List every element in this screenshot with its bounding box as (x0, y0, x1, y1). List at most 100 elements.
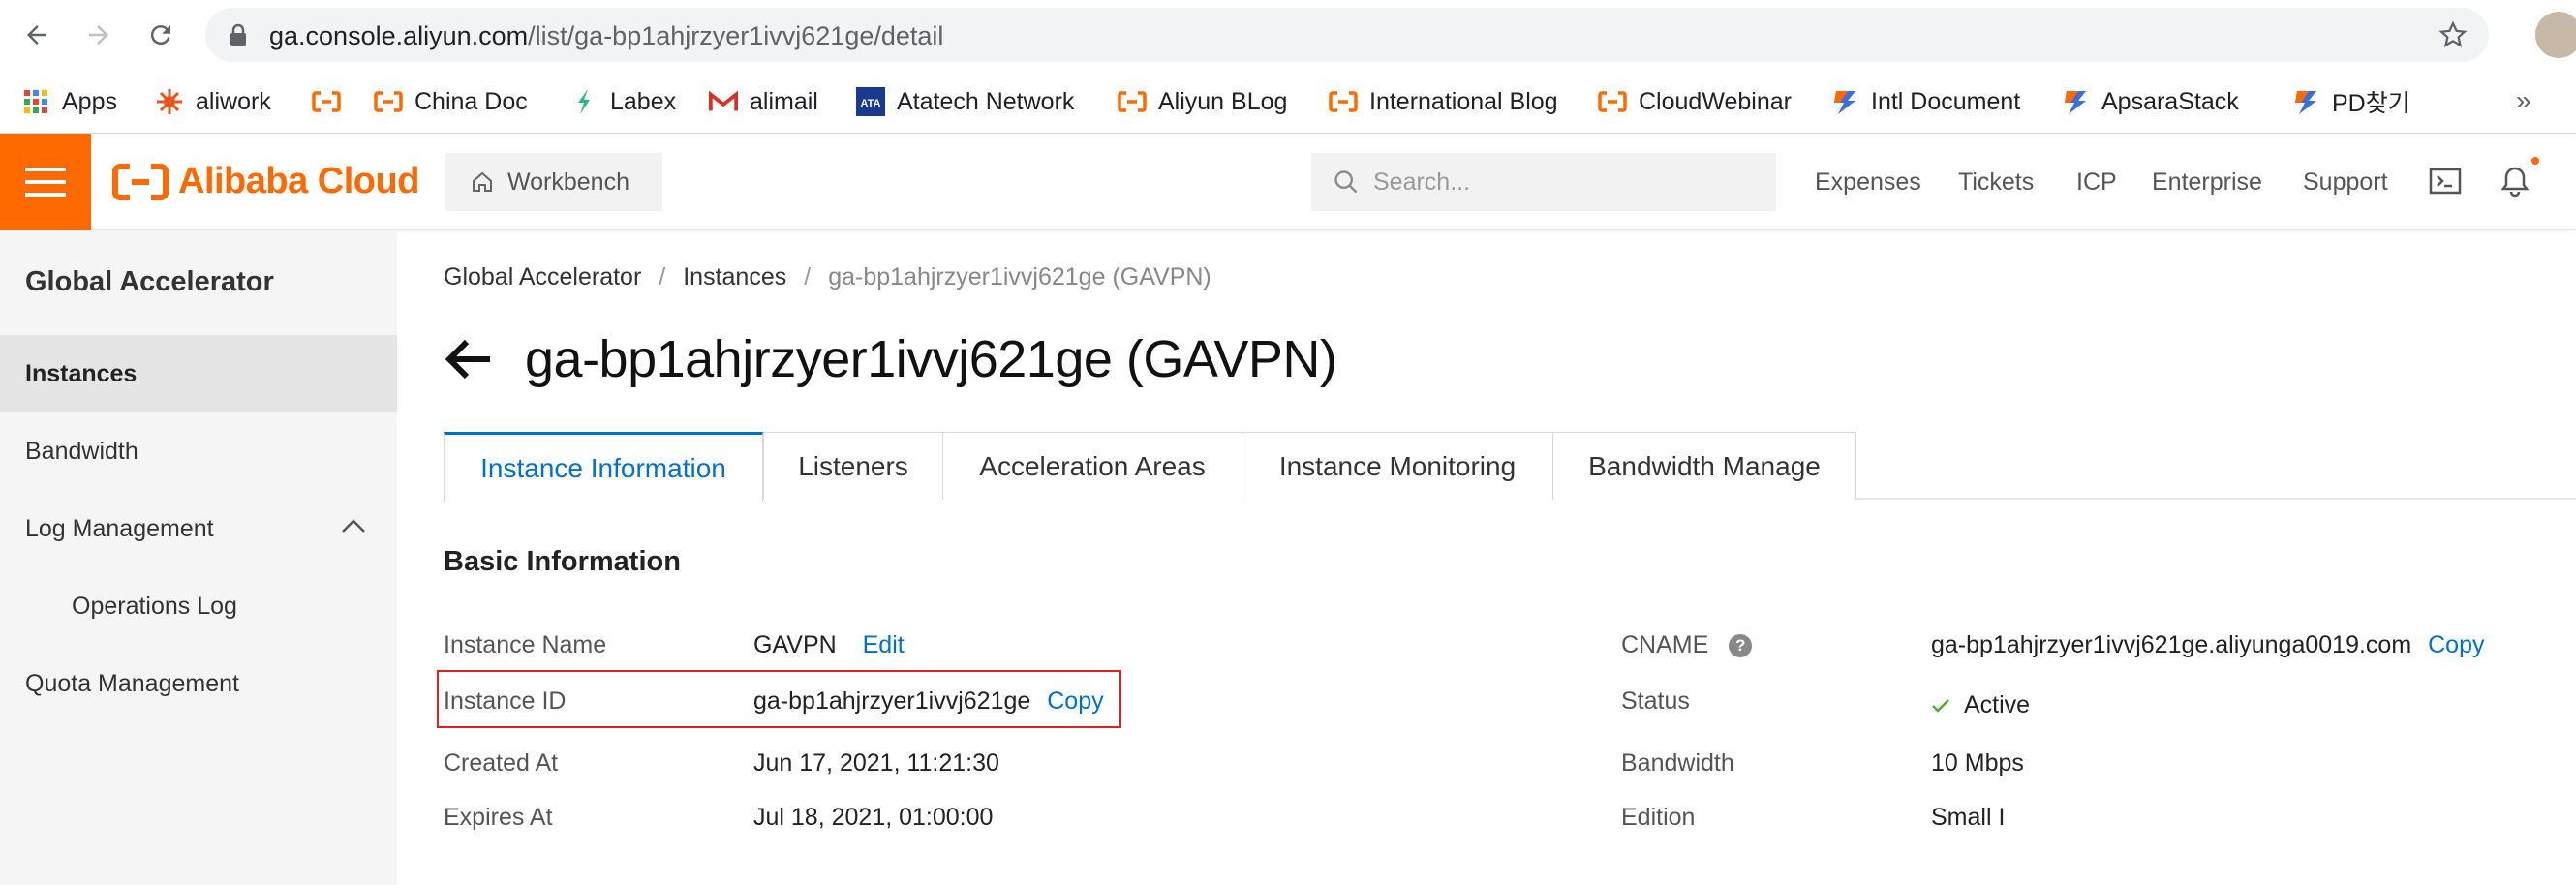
forward-button[interactable] (77, 14, 120, 56)
bookmark-aliwork[interactable]: aliwork (155, 85, 271, 118)
alibaba-bracket-icon (374, 87, 403, 116)
sidebar-title: Global Accelerator (25, 266, 274, 297)
status-value: Active (1964, 691, 2031, 718)
sidebar-item-operations-log[interactable]: Operations Log (0, 567, 397, 645)
nav-link-tickets[interactable]: Tickets (1958, 168, 2034, 197)
page-title: ga-bp1ahjrzyer1ivvj621ge (GAVPN) (525, 330, 1337, 388)
nav-link-expenses[interactable]: Expenses (1815, 168, 1921, 197)
edit-link[interactable]: Edit (863, 631, 905, 658)
arrow-right-icon (89, 25, 108, 45)
bookmark-label: Apps (62, 87, 117, 115)
tab-instance-information[interactable]: Instance Information (444, 432, 763, 502)
bookmarks-overflow-button[interactable]: » (2516, 85, 2531, 116)
copy-instance-id-link[interactable]: Copy (1047, 687, 1103, 715)
sidebar-item-quota-management[interactable]: Quota Management (0, 645, 397, 722)
instance-name-value: GAVPN (753, 631, 837, 658)
hamburger-icon (25, 168, 66, 197)
search-icon (1334, 170, 1358, 194)
tab-acceleration-areas[interactable]: Acceleration Areas (942, 432, 1242, 500)
bell-icon[interactable] (2499, 165, 2531, 198)
field-label-cname: CNAME ? (1621, 631, 1753, 659)
bookmark-china-doc[interactable]: China Doc (374, 85, 528, 118)
breadcrumb-item[interactable]: Global Accelerator (444, 263, 641, 291)
back-arrow-icon[interactable] (444, 338, 492, 381)
field-label-created-at: Created At (444, 749, 559, 777)
home-icon (473, 171, 492, 192)
labex-leaf-icon (569, 87, 598, 116)
bookmark-label: Labex (610, 87, 677, 115)
url-text: ga.console.aliyun.com/list/ga-bp1ahjrzye… (269, 21, 943, 51)
tab-bandwidth-manage[interactable]: Bandwidth Manage (1552, 432, 1856, 500)
alibaba-bracket-icon (1598, 87, 1627, 116)
search-input[interactable] (1373, 168, 1761, 197)
aliwork-icon (155, 87, 184, 116)
menu-button[interactable] (0, 134, 91, 230)
field-value-edition: Small I (1931, 804, 2006, 831)
reload-icon (150, 25, 170, 46)
chevron-up-icon (342, 519, 365, 533)
field-label-edition: Edition (1621, 804, 1696, 831)
notification-dot (2531, 157, 2539, 165)
alibaba-cloud-logo-icon (112, 163, 169, 200)
bookmark-atatech[interactable]: ATA Atatech Network (856, 85, 1074, 118)
field-value-instance-name: GAVPN Edit (753, 631, 905, 659)
section-title: Basic Information (444, 546, 681, 577)
alibaba-bracket-icon (312, 87, 341, 116)
bookmark-aliyun-blog[interactable]: Aliyun BLog (1118, 85, 1287, 118)
cname-label: CNAME (1621, 631, 1709, 658)
bookmark-star-icon[interactable] (2438, 20, 2468, 49)
help-icon[interactable]: ? (1729, 634, 1753, 658)
back-button[interactable] (15, 14, 58, 56)
tab-listeners[interactable]: Listeners (763, 432, 943, 500)
workbench-button[interactable]: Workbench (445, 153, 662, 211)
bookmark-label: PD찾기 (2332, 90, 2410, 117)
nav-link-enterprise[interactable]: Enterprise (2152, 168, 2262, 197)
bookmark-labex[interactable]: Labex (569, 85, 676, 118)
field-label-bandwidth: Bandwidth (1621, 749, 1734, 777)
bookmark-cloudwebinar[interactable]: CloudWebinar (1598, 85, 1792, 118)
sidebar-item-instances[interactable]: Instances (0, 335, 397, 412)
bookmarks-bar: Apps aliwork China Doc Labex alimail ATA… (0, 70, 2576, 134)
nav-link-icp[interactable]: ICP (2076, 168, 2117, 197)
field-value-cname: ga-bp1ahjrzyer1ivvj621ge.aliyunga0019.co… (1931, 631, 2484, 659)
tab-instance-monitoring[interactable]: Instance Monitoring (1242, 432, 1553, 500)
arrow-left-icon (27, 25, 46, 45)
field-label-status: Status (1621, 687, 1690, 715)
bookmark-intl-document[interactable]: Intl Document (1830, 85, 2020, 118)
instance-id-value: ga-bp1ahjrzyer1ivvj621ge (753, 687, 1031, 715)
breadcrumb-item[interactable]: Instances (683, 263, 786, 291)
sidebar-item-bandwidth[interactable]: Bandwidth (0, 412, 397, 490)
stack-icon (2061, 87, 2090, 116)
alibaba-bracket-icon (1329, 87, 1358, 116)
terminal-icon[interactable] (2429, 165, 2462, 198)
url-host: ga.console.aliyun.com (269, 21, 529, 50)
stack-icon (1830, 87, 1859, 116)
svg-text:ATA: ATA (861, 98, 881, 109)
field-label-instance-name: Instance Name (444, 631, 607, 658)
breadcrumb-current: ga-bp1ahjrzyer1ivvj621ge (GAVPN) (828, 263, 1211, 290)
bookmark-label: China Doc (414, 87, 528, 115)
bookmark-alimail[interactable]: alimail (709, 85, 818, 118)
page-header: ga-bp1ahjrzyer1ivvj621ge (GAVPN) (444, 329, 1337, 389)
profile-avatar[interactable] (2535, 12, 2576, 58)
logo-text: Alibaba Cloud (178, 161, 419, 201)
bookmark-label: International Blog (1369, 87, 1558, 115)
reload-button[interactable] (139, 14, 182, 56)
search-box[interactable] (1311, 153, 1776, 211)
copy-cname-link[interactable]: Copy (2428, 631, 2484, 658)
console-header: Alibaba Cloud Workbench Expenses Tickets… (0, 134, 2576, 230)
bookmark-international-blog[interactable]: International Blog (1329, 85, 1558, 118)
sidebar-item-log-management[interactable]: Log Management (0, 490, 397, 567)
address-bar[interactable]: ga.console.aliyun.com/list/ga-bp1ahjrzye… (205, 8, 2489, 62)
bookmark-alibaba[interactable] (312, 85, 353, 118)
url-path: /list/ga-bp1ahjrzyer1ivvj621ge/detail (528, 21, 944, 50)
alibaba-cloud-logo[interactable]: Alibaba Cloud (112, 161, 419, 202)
nav-link-support[interactable]: Support (2303, 168, 2388, 197)
alibaba-bracket-icon (1118, 87, 1147, 116)
bookmark-pd[interactable]: PD찾기 (2291, 85, 2410, 118)
field-value-instance-id: ga-bp1ahjrzyer1ivvj621ge Copy (753, 687, 1104, 716)
bookmark-label: aliwork (196, 87, 271, 115)
bookmark-apps[interactable]: Apps (21, 85, 117, 118)
bookmark-apsarastack[interactable]: ApsaraStack (2061, 85, 2239, 118)
sidebar: Global Accelerator Instances Bandwidth L… (0, 231, 397, 885)
